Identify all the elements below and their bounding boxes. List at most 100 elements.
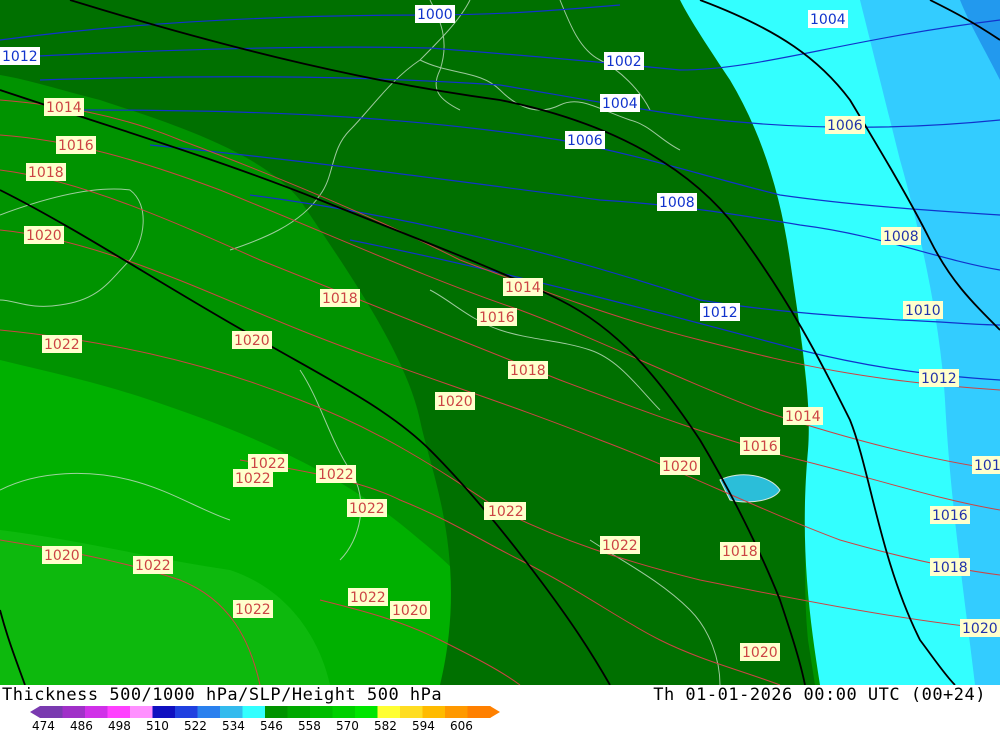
isobar-label-red: 1020	[660, 457, 700, 475]
isobar-label-red: 1018	[320, 289, 360, 307]
isobar-label-text: 1004	[602, 96, 638, 112]
isobar-label-blue: 1004	[808, 10, 848, 28]
isobar-label-text: 1022	[349, 501, 385, 517]
isobar-label-text: 1022	[318, 467, 354, 483]
scale-tick-label: 534	[222, 719, 245, 733]
isobar-label-text: 1006	[567, 133, 603, 149]
isobar-label-text: 1022	[350, 590, 386, 606]
scale-tick-label: 498	[108, 719, 131, 733]
scale-tick-label: 558	[298, 719, 321, 733]
isobar-label-text: 1022	[235, 471, 271, 487]
isobar-label-cyan: 1012	[919, 369, 959, 387]
isobar-label-text: 1022	[488, 504, 524, 520]
isobar-label-blue: 1012	[0, 47, 40, 65]
isobar-label-text: 1020	[392, 603, 428, 619]
color-scale-swatch	[62, 706, 86, 718]
isobar-label-text: 1000	[417, 7, 453, 23]
isobar-label-text: 1002	[606, 54, 642, 70]
scale-tick-label: 594	[412, 719, 435, 733]
color-scale-swatch	[310, 706, 333, 718]
isobar-label-red: 1016	[56, 136, 96, 154]
isobar-label-red: 1022	[347, 499, 387, 517]
map-title: Thickness 500/1000 hPa/SLP/Height 500 hP…	[2, 685, 443, 705]
color-scale-swatch	[400, 706, 423, 718]
weather-map: 1000 1004 1002 1004 1006 1008 1012 1012 1006 1008…	[0, 0, 1000, 685]
isobar-label-text: 1022	[44, 337, 80, 353]
isobar-label-red: 1020	[435, 392, 475, 410]
color-scale-swatch	[355, 706, 378, 718]
scale-tick-label: 510	[146, 719, 169, 733]
color-scale-swatch	[85, 706, 108, 718]
isobar-label-text: 1016	[479, 310, 515, 326]
isobar-label-cyan: 1006	[825, 116, 865, 134]
color-scale-swatch	[445, 706, 468, 718]
isobar-label-cyan: 1016	[930, 506, 970, 524]
isobar-label-cyan: 1010	[903, 301, 943, 319]
color-scale-swatch	[197, 706, 221, 718]
valid-time: Th 01-01-2026 00:00 UTC (00+24)	[653, 685, 986, 705]
scale-tick-label: 570	[336, 719, 359, 733]
isobar-label-text: 1020	[26, 228, 62, 244]
isobar-label-red: 1022	[316, 465, 356, 483]
isobar-label-text: 1016	[58, 138, 94, 154]
isobar-label-text: 1008	[659, 195, 695, 211]
isobar-label-cyan: 1018	[930, 558, 970, 576]
isobar-label-blue: 1006	[565, 131, 605, 149]
isobar-label-red: 1022	[348, 588, 388, 606]
isobar-label-red: 1016	[740, 437, 780, 455]
isobar-label-text: 1020	[662, 459, 698, 475]
isobar-label-text: 1022	[235, 602, 271, 618]
isobar-label-text: 1022	[135, 558, 171, 574]
isobar-label-text: 1012	[2, 49, 38, 65]
isobar-label-red: 1022	[133, 556, 173, 574]
isobar-label-red: 1022	[233, 469, 273, 487]
isobar-label-text: 1018	[932, 560, 968, 576]
isobar-label-red: 1014	[503, 278, 543, 296]
color-scale-bar	[30, 706, 500, 718]
isobar-label-blue: 1008	[657, 193, 697, 211]
isobar-label-blue: 1002	[604, 52, 644, 70]
isobar-label-red: 1018	[26, 163, 66, 181]
color-scale-swatch	[40, 706, 63, 718]
isobar-label-cyan: 1008	[881, 227, 921, 245]
isobar-label-text: 1014	[785, 409, 821, 425]
isobar-label-red: 1018	[508, 361, 548, 379]
isobar-label-text: 1014	[46, 100, 82, 116]
isobar-label-red: 1020	[740, 643, 780, 661]
isobar-label-red: 1020	[232, 331, 272, 349]
isobar-label-blue: 1004	[600, 94, 640, 112]
color-scale-swatch	[287, 706, 311, 718]
isobar-label-red: 1020	[42, 546, 82, 564]
isobar-label-blue: 1000	[415, 5, 455, 23]
map-footer: Thickness 500/1000 hPa/SLP/Height 500 hP…	[0, 685, 1000, 733]
scale-tick-label: 606	[450, 719, 473, 733]
isobar-label-text: 1020	[742, 645, 778, 661]
isobar-label-text: 1010	[905, 303, 941, 319]
isobar-label-text: 1018	[28, 165, 64, 181]
isobar-label-cyan: 1020	[960, 619, 1000, 637]
isobar-label-text: 1018	[510, 363, 546, 379]
isobar-label-red: 1022	[486, 502, 526, 520]
isobar-label-text: 1020	[44, 548, 80, 564]
isobar-label-text: 1014	[505, 280, 541, 296]
scale-tick-label: 582	[374, 719, 397, 733]
isobar-label-text: 1020	[437, 394, 473, 410]
isobar-label-text: 1018	[722, 544, 758, 560]
isobar-label-text: 1004	[810, 12, 846, 28]
isobar-label-red: 1020	[24, 226, 64, 244]
isobar-label-red: 1018	[720, 542, 760, 560]
scale-tick-label: 546	[260, 719, 283, 733]
isobar-label-red: 1014	[783, 407, 823, 425]
scale-tick-label: 474	[32, 719, 55, 733]
scale-right-arrow	[490, 706, 500, 718]
isobar-label-text: 1020	[962, 621, 998, 637]
color-scale-swatch	[467, 706, 491, 718]
color-scale-swatch	[130, 706, 153, 718]
scale-tick-label: 522	[184, 719, 207, 733]
isobar-label-text: 1012	[921, 371, 957, 387]
color-scale-swatch	[332, 706, 356, 718]
color-scale-swatch	[220, 706, 243, 718]
isobar-label-text: 1022	[602, 538, 638, 554]
isobar-label-cyan: 101	[972, 456, 1000, 474]
isobar-label-red: 1022	[42, 335, 82, 353]
